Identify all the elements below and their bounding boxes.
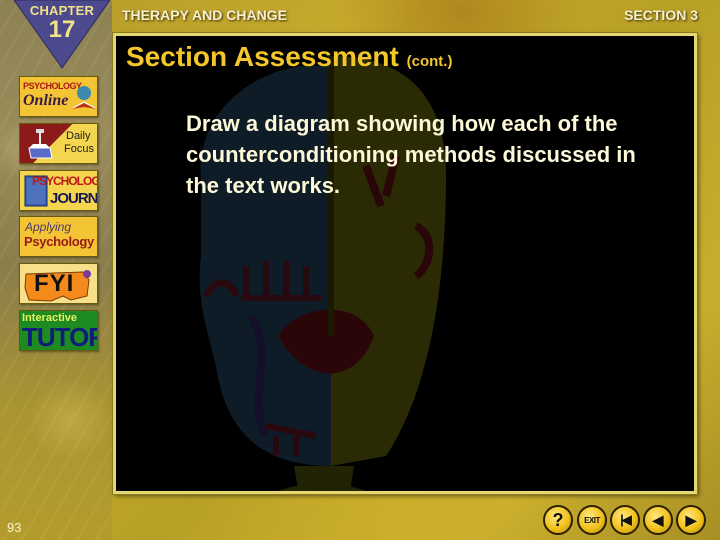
chapter-title: THERAPY AND CHANGE — [122, 7, 287, 23]
sidebar-item-label: Daily — [66, 130, 91, 142]
next-slide-button[interactable]: ▶ — [676, 505, 706, 535]
sidebar-item-applying-psychology[interactable]: Applying Psychology — [19, 216, 98, 257]
page-title: Section Assessment (cont.) — [126, 41, 452, 73]
sidebar-item-label: Applying — [25, 220, 72, 234]
sidebar-item-psychology-online[interactable]: PSYCHOLOGY Online — [19, 76, 98, 117]
first-slide-button[interactable]: |◀ — [610, 505, 640, 535]
next-icon: ▶ — [685, 511, 697, 528]
previous-slide-button[interactable]: ◀ — [643, 505, 673, 535]
exit-icon: EXIT — [584, 515, 600, 525]
sidebar-item-daily-focus[interactable]: Daily Focus — [19, 123, 98, 164]
sidebar-item-label: Focus — [64, 143, 94, 155]
title-suffix: (cont.) — [406, 53, 453, 70]
chapter-number: 17 — [48, 16, 76, 43]
chapter-badge: CHAPTER 17 — [14, 0, 110, 70]
sidebar-item-label: FYI — [34, 270, 75, 297]
skip-back-icon: |◀ — [620, 512, 632, 527]
sidebar-item-label: PSYCHOLOGY — [32, 174, 97, 188]
background-face-artwork — [199, 56, 446, 491]
page-number: 93 — [7, 520, 22, 535]
help-icon: ? — [552, 509, 564, 530]
sidebar-item-label: Online — [23, 92, 69, 109]
sidebar-item-label: Psychology — [24, 234, 94, 249]
open-book-globe-icon — [72, 86, 96, 109]
title-text: Section Assessment — [126, 41, 399, 72]
sidebar-item-fyi[interactable]: FYI — [19, 263, 98, 304]
overhead-projector-icon — [28, 129, 53, 159]
sidebar-item-label: JOURNAL — [50, 190, 98, 207]
section-label: SECTION 3 — [624, 7, 698, 23]
exit-button[interactable]: EXIT — [577, 505, 607, 535]
assessment-prompt: Draw a diagram showing how each of the c… — [186, 111, 636, 198]
previous-icon: ◀ — [652, 511, 664, 528]
content-panel: Section Assessment (cont.) Draw a diagra… — [113, 33, 697, 494]
help-button[interactable]: ? — [543, 505, 573, 535]
sidebar-item-label: TUTOR — [22, 322, 98, 351]
sidebar-item-psychology-journal[interactable]: PSYCHOLOGY JOURNAL — [19, 170, 98, 211]
sidebar-item-interactive-tutor[interactable]: Interactive TUTOR — [19, 310, 98, 351]
